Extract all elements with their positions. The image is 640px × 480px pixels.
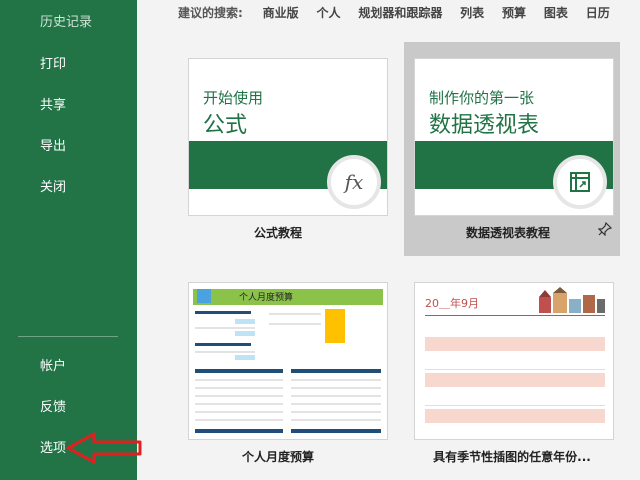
thumbnail-title: 公式 — [203, 113, 248, 138]
pin-icon[interactable] — [598, 222, 612, 236]
budget-title: 个人月度预算 — [239, 293, 294, 303]
sidebar-item-account[interactable]: 帐户 — [40, 355, 66, 374]
template-monthly-budget[interactable]: 个人月度预算 个人月度预算 — [170, 266, 388, 480]
template-seasonal-calendar[interactable]: 20＿年9月 具有季节性插图的任意年份... — [396, 266, 614, 480]
template-label: 个人月度预算 — [241, 450, 314, 464]
suggestion-lists[interactable]: 列表 — [460, 6, 484, 20]
suggested-searches-label: 建议的搜索: — [178, 6, 243, 20]
suggestion-calendars[interactable]: 日历 — [586, 6, 610, 20]
thumbnail-title: 数据透视表 — [429, 113, 540, 138]
suggestion-personal[interactable]: 个人 — [316, 6, 340, 20]
sidebar-item-history[interactable]: 历史记录 — [40, 11, 92, 30]
template-label: 具有季节性插图的任意年份... — [433, 450, 591, 464]
sidebar-item-close[interactable]: 关闭 — [40, 176, 66, 195]
annotation-arrow — [66, 432, 142, 464]
template-thumbnail: 制作你的第一张 数据透视表 — [414, 58, 614, 216]
suggestion-charts[interactable]: 图表 — [544, 6, 568, 20]
template-label: 公式教程 — [253, 226, 302, 240]
template-thumbnail: 开始使用 公式 fx — [188, 58, 388, 216]
template-pivot-tutorial[interactable]: 制作你的第一张 数据透视表 数据透视表教程 — [404, 42, 620, 256]
template-thumbnail: 个人月度预算 — [188, 282, 388, 440]
fx-icon: fx — [327, 155, 381, 209]
pivot-table-icon — [553, 155, 607, 209]
sidebar-item-export[interactable]: 导出 — [40, 135, 66, 154]
thumbnail-subtitle: 制作你的第一张 — [429, 89, 535, 107]
houses-illustration-icon — [539, 287, 605, 313]
suggested-searches: 建议的搜索: 商业版 个人 规划器和跟踪器 列表 预算 图表 日历 — [178, 4, 624, 20]
calendar-title: 20＿年9月 — [425, 297, 479, 310]
template-formula-tutorial[interactable]: 开始使用 公式 fx 公式教程 — [170, 42, 388, 256]
sidebar-item-feedback[interactable]: 反馈 — [40, 396, 66, 415]
budget-logo-icon — [197, 289, 211, 303]
backstage-sidebar: 历史记录 打印 共享 导出 关闭 帐户 反馈 选项 — [0, 0, 137, 480]
suggestion-planners[interactable]: 规划器和跟踪器 — [358, 6, 442, 20]
sidebar-item-print[interactable]: 打印 — [40, 53, 66, 72]
sidebar-item-options[interactable]: 选项 — [40, 437, 66, 456]
template-label: 数据透视表教程 — [465, 226, 550, 240]
template-thumbnail: 20＿年9月 — [414, 282, 614, 440]
thumbnail-subtitle: 开始使用 — [203, 89, 264, 107]
suggestion-budgets[interactable]: 预算 — [502, 6, 526, 20]
suggestion-business[interactable]: 商业版 — [263, 6, 299, 20]
sidebar-item-share[interactable]: 共享 — [40, 94, 66, 113]
sidebar-divider — [18, 336, 118, 337]
